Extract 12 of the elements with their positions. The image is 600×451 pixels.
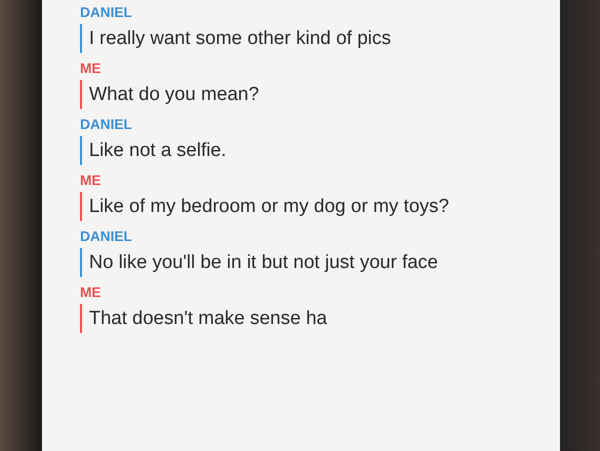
message-text: Like not a selfie. bbox=[89, 139, 228, 163]
message-text: I really want some other kind of pics bbox=[89, 27, 392, 51]
sender-name: ME bbox=[80, 60, 102, 76]
sender-name: ME bbox=[80, 172, 102, 188]
message-text: That doesn't make sense ha bbox=[89, 307, 328, 331]
sender-name: DANIEL bbox=[80, 4, 134, 20]
message-text: Like of my bedroom or my dog or my toys? bbox=[89, 195, 450, 219]
sender-name: ME bbox=[80, 284, 102, 300]
sender-name: DANIEL bbox=[80, 116, 134, 132]
message-text: No like you'll be in it but not just your face bbox=[89, 251, 439, 275]
sender-name: DANIEL bbox=[80, 228, 134, 244]
message-text: What do you mean? bbox=[89, 83, 260, 107]
